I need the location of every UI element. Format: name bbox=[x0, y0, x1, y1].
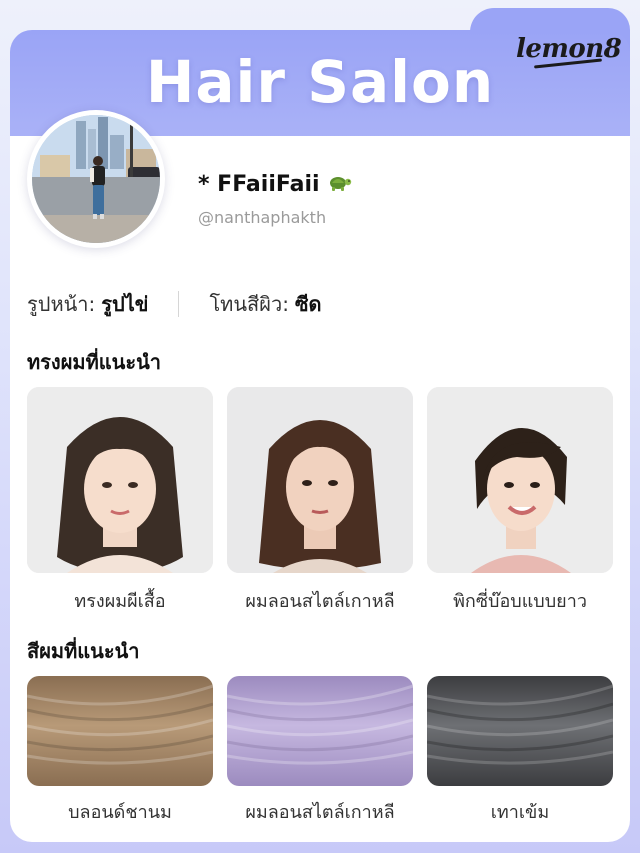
hair-color-swatch-milk-tea-blonde[interactable] bbox=[27, 676, 213, 786]
hair-color-swatch-lavender[interactable] bbox=[227, 676, 413, 786]
hairstyle-card-korean-wave[interactable] bbox=[227, 387, 413, 573]
hair-color-label: ผมลอนสไตล์เกาหลี bbox=[245, 802, 395, 823]
skin-tone-value: ซีด bbox=[294, 292, 322, 316]
hair-color-swatch bbox=[227, 676, 413, 786]
profile-handle: @nanthaphakth bbox=[198, 208, 327, 227]
hairstyles-section-title: ทรงผมที่แนะนำ bbox=[27, 350, 161, 374]
hairstyle-label: ผมลอนสไตล์เกาหลี bbox=[245, 591, 395, 612]
hairstyle-photo bbox=[427, 387, 613, 573]
hair-colors-section-title: สีผมที่แนะนำ bbox=[27, 639, 140, 663]
hair-color-label: เทาเข้ม bbox=[490, 802, 550, 823]
skin-tone-label: โทนสีผิว: bbox=[209, 292, 289, 316]
profile-name: * FFaiiFaii bbox=[198, 172, 353, 199]
hair-color-swatch-dark-gray[interactable] bbox=[427, 676, 613, 786]
hair-color-swatch bbox=[427, 676, 613, 786]
hairstyle-label: ทรงผมผีเสื้อ bbox=[74, 591, 166, 612]
hairstyle-photo bbox=[227, 387, 413, 573]
brand-logo: lemon8 bbox=[516, 34, 622, 64]
profile-attributes: รูปหน้า: รูปไข่ โทนสีผิว: ซีด bbox=[27, 288, 322, 320]
turtle-icon bbox=[327, 173, 353, 199]
face-shape-value: รูปไข่ bbox=[101, 292, 149, 316]
face-shape-label: รูปหน้า: bbox=[27, 292, 96, 316]
hairstyle-photo bbox=[27, 387, 213, 573]
avatar[interactable] bbox=[27, 110, 165, 248]
hairstyle-card-butterfly[interactable] bbox=[27, 387, 213, 573]
hairstyle-label: พิกซี่บ๊อบแบบยาว bbox=[453, 591, 587, 612]
avatar-photo bbox=[32, 115, 160, 243]
hairstyle-card-long-pixie-bob[interactable] bbox=[427, 387, 613, 573]
hair-color-swatch bbox=[27, 676, 213, 786]
profile-name-text: * FFaiiFaii bbox=[198, 172, 320, 197]
hair-color-label: บลอนด์ชานม bbox=[68, 802, 172, 823]
attribute-divider bbox=[178, 291, 180, 317]
